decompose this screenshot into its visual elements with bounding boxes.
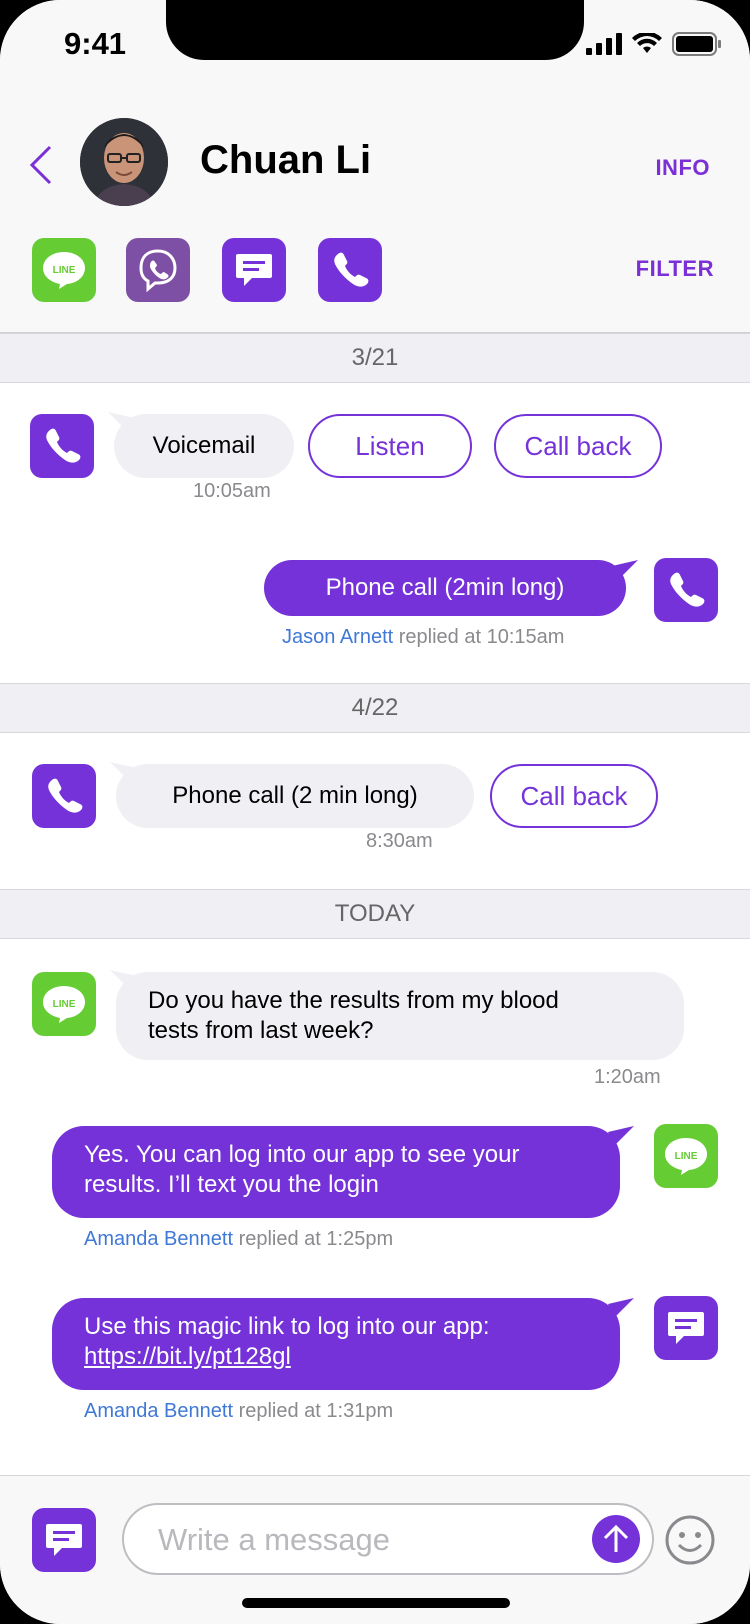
back-chevron-icon[interactable] (26, 144, 56, 186)
emoji-icon[interactable] (664, 1514, 716, 1566)
contact-name: Chuan Li (200, 138, 372, 182)
agent-name[interactable]: Jason Arnett (282, 626, 393, 648)
call-back-button[interactable]: Call back (490, 764, 658, 828)
battery-icon (672, 32, 721, 56)
message-time: 8:30am (366, 830, 433, 852)
call-back-button[interactable]: Call back (494, 414, 662, 478)
message-time: 1:20am (594, 1066, 661, 1088)
reply-time: replied at 10:15am (398, 626, 565, 648)
reply-meta: Amanda Bennett replied at 1:25pm (84, 1228, 393, 1251)
message-text-line: Use this magic link to log into our app: (84, 1313, 490, 1340)
outgoing-message-bubble: Use this magic link to log into our app:… (52, 1298, 620, 1390)
sms-channel-icon[interactable] (222, 238, 286, 302)
agent-name[interactable]: Amanda Bennett (84, 1400, 233, 1422)
agent-name[interactable]: Amanda Bennett (84, 1228, 233, 1250)
svg-text:LINE: LINE (53, 265, 76, 276)
magic-link[interactable]: https://bit.ly/pt128gl (84, 1342, 588, 1372)
incoming-message-bubble: Do you have the results from my blood te… (116, 972, 684, 1060)
phone-icon (32, 764, 96, 828)
status-icons (586, 32, 722, 56)
channel-select-sms-icon[interactable] (32, 1508, 96, 1572)
message-text-line: tests from last week? (148, 1017, 374, 1044)
outgoing-message-bubble: Yes. You can log into our app to see you… (52, 1126, 620, 1218)
date-divider: TODAY (0, 889, 750, 939)
message-text-line: Do you have the results from my blood (148, 987, 559, 1014)
svg-text:LINE: LINE (675, 1151, 698, 1162)
phone-call-bubble: Phone call (2 min long) (116, 764, 474, 828)
message-input[interactable] (158, 1517, 578, 1563)
sms-icon (654, 1296, 718, 1360)
message-input-wrapper (122, 1503, 654, 1575)
phone-icon (30, 414, 94, 478)
avatar[interactable] (80, 118, 168, 206)
viber-channel-icon[interactable] (126, 238, 190, 302)
listen-button[interactable]: Listen (308, 414, 472, 478)
info-button[interactable]: INFO (655, 155, 710, 181)
reply-meta: Jason Arnett replied at 10:15am (282, 626, 564, 649)
svg-text:LINE: LINE (53, 999, 76, 1010)
phone-call-bubble: Phone call (2min long) (264, 560, 626, 616)
status-time: 9:41 (64, 26, 127, 61)
send-button[interactable] (592, 1515, 640, 1563)
phone-channel-icon[interactable] (318, 238, 382, 302)
phone-screen: Chuan Li INFO LINE FILTER 9:41 3/21 Voic… (0, 0, 750, 1624)
notch (166, 0, 584, 60)
date-divider: 3/21 (0, 333, 750, 383)
signal-icon (586, 33, 622, 55)
reply-time: replied at 1:25pm (238, 1228, 394, 1250)
line-channel-icon[interactable]: LINE (32, 238, 96, 302)
home-indicator[interactable] (242, 1598, 510, 1608)
message-time: 10:05am (193, 480, 271, 502)
date-divider: 4/22 (0, 683, 750, 733)
message-text-line: Yes. You can log into our app to see you… (84, 1141, 520, 1168)
line-icon: LINE (654, 1124, 718, 1188)
reply-meta: Amanda Bennett replied at 1:31pm (84, 1400, 393, 1423)
filter-button[interactable]: FILTER (636, 256, 714, 282)
phone-icon (654, 558, 718, 622)
arrow-up-icon (603, 1524, 629, 1552)
wifi-icon (632, 33, 662, 53)
message-text-line: results. I’ll text you the login (84, 1171, 379, 1198)
line-icon: LINE (32, 972, 96, 1036)
reply-time: replied at 1:31pm (238, 1400, 394, 1422)
voicemail-bubble: Voicemail (114, 414, 294, 478)
